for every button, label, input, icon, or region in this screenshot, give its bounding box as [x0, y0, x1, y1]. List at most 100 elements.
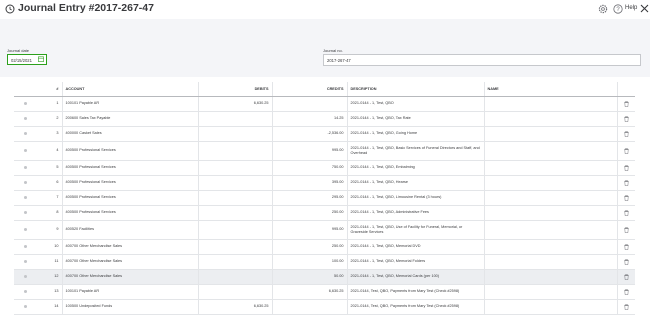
trash-icon[interactable] — [624, 147, 629, 154]
drag-handle-icon[interactable] — [23, 196, 27, 199]
name-cell[interactable] — [483, 205, 617, 221]
account-cell[interactable]: 100101 Payable AR — [61, 284, 198, 300]
delete-line-button[interactable] — [616, 141, 635, 161]
description-cell[interactable]: 2021-0144 - 1, Test, QBO, Limousine Rent… — [346, 190, 484, 206]
name-cell[interactable] — [483, 190, 617, 206]
account-cell[interactable]: 400700 Other Merchandise Sales — [61, 254, 198, 270]
description-cell[interactable]: 2021-0144 - 1, Test, QBO, Memorial Cards… — [346, 269, 484, 285]
credit-cell[interactable]: 295.00 — [271, 190, 347, 206]
account-cell[interactable]: 400500 Professional Services — [61, 190, 198, 206]
trash-icon[interactable] — [624, 179, 629, 186]
table-row[interactable]: 4 400500 Professional Services 995.00 2021-… — [14, 141, 635, 161]
delete-line-button[interactable] — [616, 220, 635, 240]
drag-handle-icon[interactable] — [23, 102, 27, 105]
delete-line-button[interactable] — [616, 190, 635, 206]
drag-handle[interactable] — [14, 269, 36, 285]
table-row[interactable]: 11 400700 Other Merchandise Sales 100.00 20… — [14, 254, 635, 270]
delete-line-button[interactable] — [616, 254, 635, 270]
table-row[interactable]: 10 400700 Other Merchandise Sales 250.00 20… — [14, 239, 635, 255]
description-cell[interactable]: 2021-0144 - 1, Test, QBO, Hearse — [346, 175, 484, 191]
debit-cell[interactable] — [197, 254, 272, 270]
table-row[interactable]: 8 400500 Professional Services 250.00 2021-… — [14, 205, 635, 221]
table-row[interactable]: 12 400700 Other Merchandise Sales 50.00 202… — [14, 269, 635, 285]
trash-icon[interactable] — [624, 194, 629, 201]
drag-handle-icon[interactable] — [23, 290, 27, 293]
credit-cell[interactable]: 6,630.25 — [271, 284, 347, 300]
trash-icon[interactable] — [624, 226, 629, 233]
drag-handle-icon[interactable] — [23, 117, 27, 120]
credit-cell[interactable]: 250.00 — [271, 239, 347, 255]
delete-line-button[interactable] — [616, 239, 635, 255]
close-icon[interactable] — [640, 4, 649, 13]
account-cell[interactable]: 400700 Other Merchandise Sales — [61, 269, 198, 285]
debit-cell[interactable] — [197, 220, 272, 240]
drag-handle[interactable] — [14, 160, 36, 176]
credit-cell[interactable] — [271, 96, 347, 112]
credit-cell[interactable]: -2,536.00 — [271, 126, 347, 142]
debit-cell[interactable] — [197, 111, 272, 127]
drag-handle[interactable] — [14, 111, 36, 127]
table-row[interactable]: 6 400500 Professional Services 395.00 2021-… — [14, 175, 635, 191]
name-cell[interactable] — [483, 284, 617, 300]
drag-handle[interactable] — [14, 254, 36, 270]
trash-icon[interactable] — [624, 164, 629, 171]
account-cell[interactable]: 100101 Payable AR — [61, 96, 198, 112]
table-row[interactable]: 9 400520 Facilities 995.00 2021-0144 - 1, T… — [14, 220, 635, 240]
journal-no-field[interactable]: 2017-267-47 — [323, 54, 641, 66]
drag-handle-icon[interactable] — [23, 275, 27, 278]
debit-cell[interactable] — [197, 175, 272, 191]
debit-cell[interactable] — [197, 205, 272, 221]
drag-handle[interactable] — [14, 126, 36, 142]
name-cell[interactable] — [483, 175, 617, 191]
debit-cell[interactable] — [197, 160, 272, 176]
description-cell[interactable]: 2021-0144 - 1, Test, QBO — [346, 96, 484, 112]
trash-icon[interactable] — [624, 115, 629, 122]
drag-handle[interactable] — [14, 190, 36, 206]
account-cell[interactable]: 400000 Casket Sales — [61, 126, 198, 142]
credit-cell[interactable]: 100.00 — [271, 254, 347, 270]
calendar-icon[interactable] — [38, 56, 44, 62]
drag-handle-icon[interactable] — [23, 245, 27, 248]
description-cell[interactable]: 2021-0144, Test, QBO, Payments from Mary… — [346, 284, 484, 300]
description-cell[interactable]: 2021-0144 - 1, Test, QBO, Embalming — [346, 160, 484, 176]
name-cell[interactable] — [483, 126, 617, 142]
drag-handle-icon[interactable] — [23, 260, 27, 263]
name-cell[interactable] — [483, 141, 617, 161]
account-cell[interactable]: 400500 Professional Services — [61, 175, 198, 191]
debit-cell[interactable]: 6,630.25 — [197, 96, 272, 112]
delete-line-button[interactable] — [616, 96, 635, 112]
drag-handle-icon[interactable] — [23, 149, 27, 152]
description-cell[interactable]: 2021-0144 - 1, Test, QBO, Administrative… — [346, 205, 484, 221]
account-cell[interactable]: 400500 Professional Services — [61, 160, 198, 176]
name-cell[interactable] — [483, 160, 617, 176]
delete-line-button[interactable] — [616, 269, 635, 285]
table-row[interactable]: 3 400000 Casket Sales -2,536.00 2021-0144 -… — [14, 126, 635, 142]
name-cell[interactable] — [483, 254, 617, 270]
drag-handle[interactable] — [14, 299, 36, 315]
trash-icon[interactable] — [624, 258, 629, 265]
account-cell[interactable]: 200600 Sales Tax Payable — [61, 111, 198, 127]
debit-cell[interactable] — [197, 269, 272, 285]
description-cell[interactable]: 2021-0144 - 1, Test, QBO, Memorial DVD — [346, 239, 484, 255]
trash-icon[interactable] — [624, 130, 629, 137]
trash-icon[interactable] — [624, 273, 629, 280]
account-cell[interactable]: 400700 Other Merchandise Sales — [61, 239, 198, 255]
description-cell[interactable]: 2021-0144 - 1, Test, QBO, Basic Services… — [346, 141, 484, 161]
name-cell[interactable] — [483, 269, 617, 285]
credit-cell[interactable]: 750.00 — [271, 160, 347, 176]
account-cell[interactable]: 100500 Undeposited Funds — [61, 299, 198, 315]
credit-cell[interactable]: 395.00 — [271, 175, 347, 191]
credit-cell[interactable]: 50.00 — [271, 269, 347, 285]
name-cell[interactable] — [483, 220, 617, 240]
account-cell[interactable]: 400500 Professional Services — [61, 141, 198, 161]
description-cell[interactable]: 2021-0144 - 1, Test, QBO, Tax Rate — [346, 111, 484, 127]
name-cell[interactable] — [483, 239, 617, 255]
account-cell[interactable]: 400500 Professional Services — [61, 205, 198, 221]
drag-handle[interactable] — [14, 284, 36, 300]
drag-handle-icon[interactable] — [23, 228, 27, 231]
gear-icon[interactable] — [598, 4, 608, 14]
drag-handle-icon[interactable] — [23, 305, 27, 308]
debit-cell[interactable] — [197, 126, 272, 142]
drag-handle[interactable] — [14, 141, 36, 161]
table-row[interactable]: 14 100500 Undeposited Funds 6,630.25 2021-0… — [14, 299, 635, 315]
